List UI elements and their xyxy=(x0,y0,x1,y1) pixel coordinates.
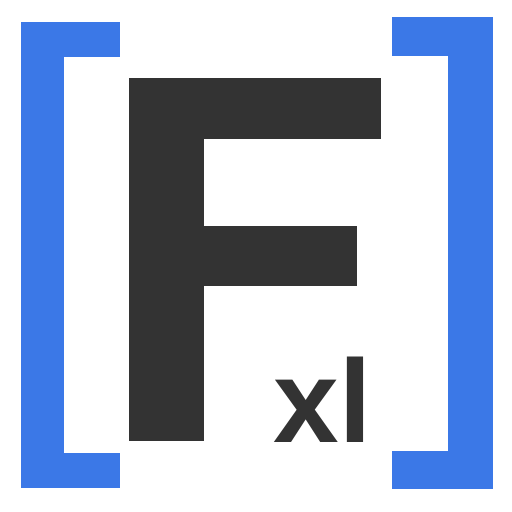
logo-subscript: xl xyxy=(273,336,371,468)
right-bracket-icon xyxy=(392,17,493,489)
left-bracket-icon xyxy=(21,22,120,488)
app-logo: xl F xyxy=(0,0,512,512)
logo-graphic: xl F xyxy=(21,17,493,489)
logo-letter: F xyxy=(129,433,135,444)
